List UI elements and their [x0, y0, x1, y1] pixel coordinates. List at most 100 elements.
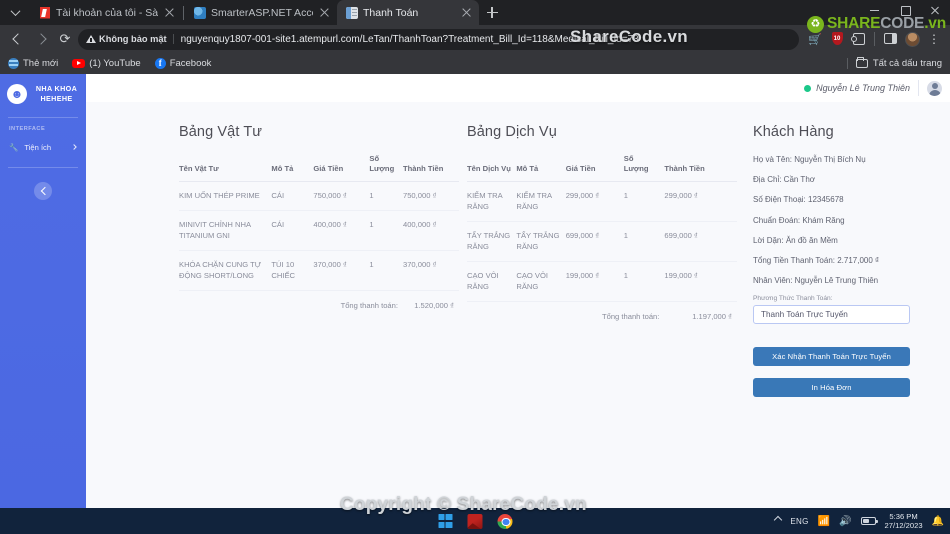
shield-badge-icon[interactable]: 10: [827, 29, 847, 49]
table-row: TẨY TRẮNG RĂNG TẨY TRẮNG RĂNG 699,000 ₫ …: [467, 221, 737, 262]
payment-method-input[interactable]: Thanh Toán Trực Tuyến: [753, 305, 910, 325]
back-button[interactable]: [6, 28, 28, 50]
divider: [918, 80, 919, 96]
forward-button[interactable]: [30, 28, 52, 50]
app-sidebar: ☻ NHA KHOA HEHEHE INTERFACE 🔧 Tiện ích: [0, 74, 86, 508]
section-title: Khách Hàng: [753, 124, 834, 140]
cell: 199,000 ₫: [664, 261, 737, 302]
sidebar-collapse-button[interactable]: [34, 181, 52, 200]
supplies-table: Tên Vật Tư Mô Tả Giá Tiền Số Lượng Thành…: [179, 154, 459, 320]
maximize-button[interactable]: [890, 0, 920, 20]
tab-search-button[interactable]: [0, 0, 30, 25]
divider: [874, 32, 875, 46]
sidebar-item-tien-ich[interactable]: 🔧 Tiện ích: [0, 137, 86, 158]
total-value: 1.197,000 ₫: [692, 311, 732, 321]
table-total-row: Tổng thanh toán: 1.197,000 ₫: [467, 301, 737, 331]
sidebar-brand[interactable]: ☻ NHA KHOA HEHEHE: [0, 74, 86, 117]
cart-icon[interactable]: 🛒: [805, 29, 825, 49]
customer-field-staff: Nhân Viên: Nguyễn Lê Trung Thiên: [753, 276, 879, 286]
new-tab-button[interactable]: [479, 0, 505, 25]
cell: 750,000 ₫: [313, 181, 370, 211]
user-chip[interactable]: Nguyễn Lê Trung Thiên: [804, 83, 910, 93]
bookmark-label: Facebook: [169, 58, 212, 69]
divider: [8, 166, 78, 168]
cell: 699,000 ₫: [565, 221, 624, 262]
profile-avatar[interactable]: [902, 29, 922, 49]
page-content: Bảng Vật Tư Tên Vật Tư Mô Tả Giá Tiền Số…: [86, 102, 950, 508]
battery-icon[interactable]: [860, 517, 878, 525]
browser-toolbar: ⟳ Không bảo mật nguyenquy1807-001-site1.…: [0, 25, 950, 53]
browser-tab[interactable]: SmarterASP.NET Account Cente: [185, 0, 337, 25]
chrome-icon[interactable]: [496, 512, 515, 531]
services-section: Bảng Dịch Vụ Tên Dịch Vụ Mô Tả Giá Tiền …: [467, 124, 737, 508]
minimize-button[interactable]: [860, 0, 890, 20]
column-header: Tên Dịch Vụ: [467, 154, 517, 182]
browser-tab[interactable]: Tài khoản của tôi - Sàn giao dịc: [30, 0, 182, 25]
divider: [183, 5, 184, 20]
extensions-icon[interactable]: [849, 29, 869, 49]
facebook-icon: f: [154, 58, 166, 69]
cell: MINIVIT CHỈNH NHA TITANIUM GNI: [179, 210, 272, 251]
document-red-icon: [39, 6, 51, 19]
close-icon[interactable]: [163, 6, 176, 19]
wrench-icon: 🔧: [9, 142, 19, 152]
speaker-icon[interactable]: 🔊: [839, 516, 851, 527]
sidebar-item-label: Tiện ích: [24, 142, 52, 152]
windows-start-icon[interactable]: [436, 512, 455, 531]
cell: CÁI: [271, 210, 314, 251]
tooth-logo-icon: ☻: [7, 84, 27, 105]
app-topbar: Nguyễn Lê Trung Thiên: [86, 74, 950, 102]
window-controls: [860, 0, 950, 20]
supplies-section: Bảng Vật Tư Tên Vật Tư Mô Tả Giá Tiền Số…: [179, 124, 459, 508]
column-header: Mô Tả: [271, 154, 314, 182]
avatar: [904, 31, 920, 47]
address-bar[interactable]: Không bảo mật nguyenquy1807-001-site1.at…: [78, 28, 799, 50]
bookmark-item[interactable]: (1) YouTube: [72, 58, 141, 69]
not-secure-badge[interactable]: Không bảo mật: [86, 34, 174, 44]
notifications-bell-icon[interactable]: 🔔: [932, 516, 944, 527]
browser-tab-active[interactable]: Thanh Toán: [337, 0, 479, 25]
cell: 1: [369, 210, 403, 251]
clock-date: 27/12/2023: [884, 521, 923, 530]
avatar[interactable]: [927, 80, 942, 96]
bookmarks-bar: Thẻ mới (1) YouTube f Facebook Tất cả dấ…: [0, 53, 950, 74]
security-label: Không bảo mật: [99, 34, 167, 44]
language-indicator[interactable]: ENG: [790, 517, 808, 526]
reload-icon[interactable]: ⟳: [54, 28, 76, 50]
window-close-button[interactable]: [920, 0, 950, 20]
start-glyph: [438, 514, 452, 528]
table-row: CẠO VÔI RĂNG CẠO VÔI RĂNG 199,000 ₫ 1 19…: [467, 261, 737, 302]
table-header-row: Tên Vật Tư Mô Tả Giá Tiền Số Lượng Thành…: [179, 154, 459, 182]
tab-title: Tài khoản của tôi - Sàn giao dịc: [56, 6, 158, 19]
show-hidden-icons-icon[interactable]: [774, 515, 783, 525]
close-icon[interactable]: [460, 6, 473, 19]
screen: Tài khoản của tôi - Sàn giao dịc Smarter…: [0, 0, 950, 534]
cell: KHÓA CHẶN CUNG TỰ ĐỘNG SHORT/LONG: [179, 250, 272, 291]
chrome-glyph: [497, 513, 513, 529]
cell: 299,000 ₫: [565, 181, 624, 222]
cell: 370,000 ₫: [313, 250, 370, 291]
more-menu-icon[interactable]: ⋮: [924, 29, 944, 49]
customer-section: Khách Hàng Họ và Tên: Nguyễn Thị Bích Nụ…: [753, 124, 928, 508]
payment-method-label: Phương Thức Thanh Toán:: [753, 295, 833, 303]
close-icon[interactable]: [318, 6, 331, 19]
cell: 1: [623, 261, 665, 302]
badge-count: 10: [831, 32, 843, 45]
side-panel-icon[interactable]: [880, 29, 900, 49]
pdf-icon[interactable]: [466, 512, 485, 531]
all-bookmarks-label: Tất cả dấu trang: [872, 58, 942, 69]
wifi-icon[interactable]: 📶: [818, 516, 830, 527]
all-bookmarks-button[interactable]: Tất cả dấu trang: [846, 57, 942, 69]
clock[interactable]: 5:36 PM 27/12/2023: [885, 512, 923, 530]
print-invoice-button[interactable]: In Hóa Đơn: [753, 378, 910, 398]
bookmark-item[interactable]: f Facebook: [154, 58, 212, 69]
cell: KIỂM TRA RĂNG: [467, 181, 517, 222]
confirm-online-payment-button[interactable]: Xác Nhận Thanh Toán Trực Tuyến: [753, 347, 910, 367]
cell: 699,000 ₫: [664, 221, 737, 262]
cell: TÚI 10 CHIẾC: [271, 250, 314, 291]
table-total-row: Tổng thanh toán: 1.520,000 ₫: [179, 290, 459, 320]
status-badge: [804, 84, 812, 92]
cell: CÁI: [271, 181, 314, 211]
cell: 1: [369, 250, 403, 291]
bookmark-item[interactable]: Thẻ mới: [8, 58, 58, 69]
